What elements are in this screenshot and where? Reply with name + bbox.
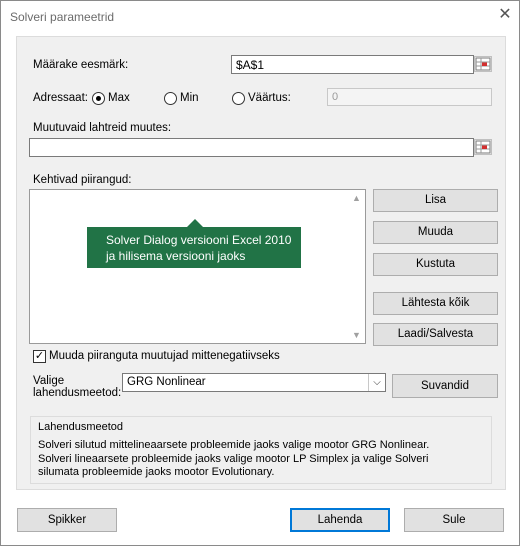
radio-max[interactable]	[92, 92, 105, 105]
radio-value-of-label: Väärtus:	[248, 92, 291, 104]
radio-min-label: Min	[180, 92, 199, 104]
objective-label: Määrake eesmärk:	[33, 59, 129, 71]
value-of-value: 0	[332, 91, 339, 103]
options-button[interactable]: Suvandid	[392, 374, 498, 398]
solving-method-title: Lahendusmeetod	[38, 421, 124, 433]
close-button[interactable]: Sule	[404, 508, 504, 532]
chevron-down-icon[interactable]: ⌵	[368, 374, 385, 391]
radio-value-of[interactable]	[232, 92, 245, 105]
objective-range-button[interactable]	[474, 56, 492, 72]
method-label-line-2: lahendusmeetod:	[33, 387, 122, 399]
objective-value: $A$1	[236, 58, 265, 72]
scroll-up-icon[interactable]: ▲	[352, 193, 361, 203]
radio-max-label: Max	[108, 92, 130, 104]
tooltip-line-1: Solver Dialog versiooni Excel 2010	[106, 233, 292, 247]
title-bar: Solveri parameetrid ✕	[1, 1, 519, 32]
solving-method-value: GRG Nonlinear	[127, 376, 206, 388]
add-button[interactable]: Lisa	[373, 189, 498, 212]
change-button[interactable]: Muuda	[373, 221, 498, 244]
nonnegative-checkbox[interactable]: ✓	[33, 350, 46, 363]
radio-min[interactable]	[164, 92, 177, 105]
tooltip-line-2: ja hilisema versiooni jaoks	[106, 249, 246, 263]
range-select-icon	[475, 57, 491, 71]
help-button[interactable]: Spikker	[17, 508, 117, 532]
solving-method-desc-line-3: silumata probleemide jaoks mootor Evolut…	[38, 466, 275, 478]
constraints-label: Kehtivad piirangud:	[33, 174, 132, 186]
reset-all-button[interactable]: Lähtesta kõik	[373, 292, 498, 315]
checkmark-icon: ✓	[34, 350, 45, 362]
solving-method-desc-line-1: Solveri silutud mittelineaarsete problee…	[38, 439, 430, 451]
objective-input[interactable]: $A$1	[231, 55, 474, 74]
solve-button[interactable]: Lahenda	[290, 508, 390, 532]
scroll-down-icon[interactable]: ▼	[352, 330, 361, 340]
range-select-icon	[475, 140, 491, 154]
changing-cells-label: Muutuvaid lahtreid muutes:	[33, 122, 172, 134]
method-label-line-1: Valige	[33, 375, 65, 387]
to-label: Adressaat:	[33, 92, 88, 104]
tooltip-tail	[187, 219, 203, 227]
load-save-button[interactable]: Laadi/Salvesta	[373, 323, 498, 346]
changing-cells-range-button[interactable]	[474, 139, 492, 155]
value-of-input[interactable]: 0	[327, 88, 492, 106]
version-tooltip: Solver Dialog versiooni Excel 2010 ja hi…	[87, 227, 301, 268]
window-title: Solveri parameetrid	[10, 10, 115, 24]
changing-cells-input[interactable]	[29, 138, 474, 157]
solving-method-select[interactable]: GRG Nonlinear ⌵	[122, 373, 386, 392]
close-icon[interactable]: ✕	[495, 5, 515, 25]
constraints-scrollbar[interactable]: ▲ ▼	[348, 190, 365, 343]
solver-parameters-dialog: Solveri parameetrid ✕ Määrake eesmärk: $…	[0, 0, 520, 546]
delete-button[interactable]: Kustuta	[373, 253, 498, 276]
nonnegative-label: Muuda piiranguta muutujad mittenegatiivs…	[49, 350, 280, 362]
radio-selected-dot	[96, 96, 101, 101]
solving-method-desc-line-2: Solveri lineaarsete probleemide jaoks va…	[38, 453, 429, 465]
